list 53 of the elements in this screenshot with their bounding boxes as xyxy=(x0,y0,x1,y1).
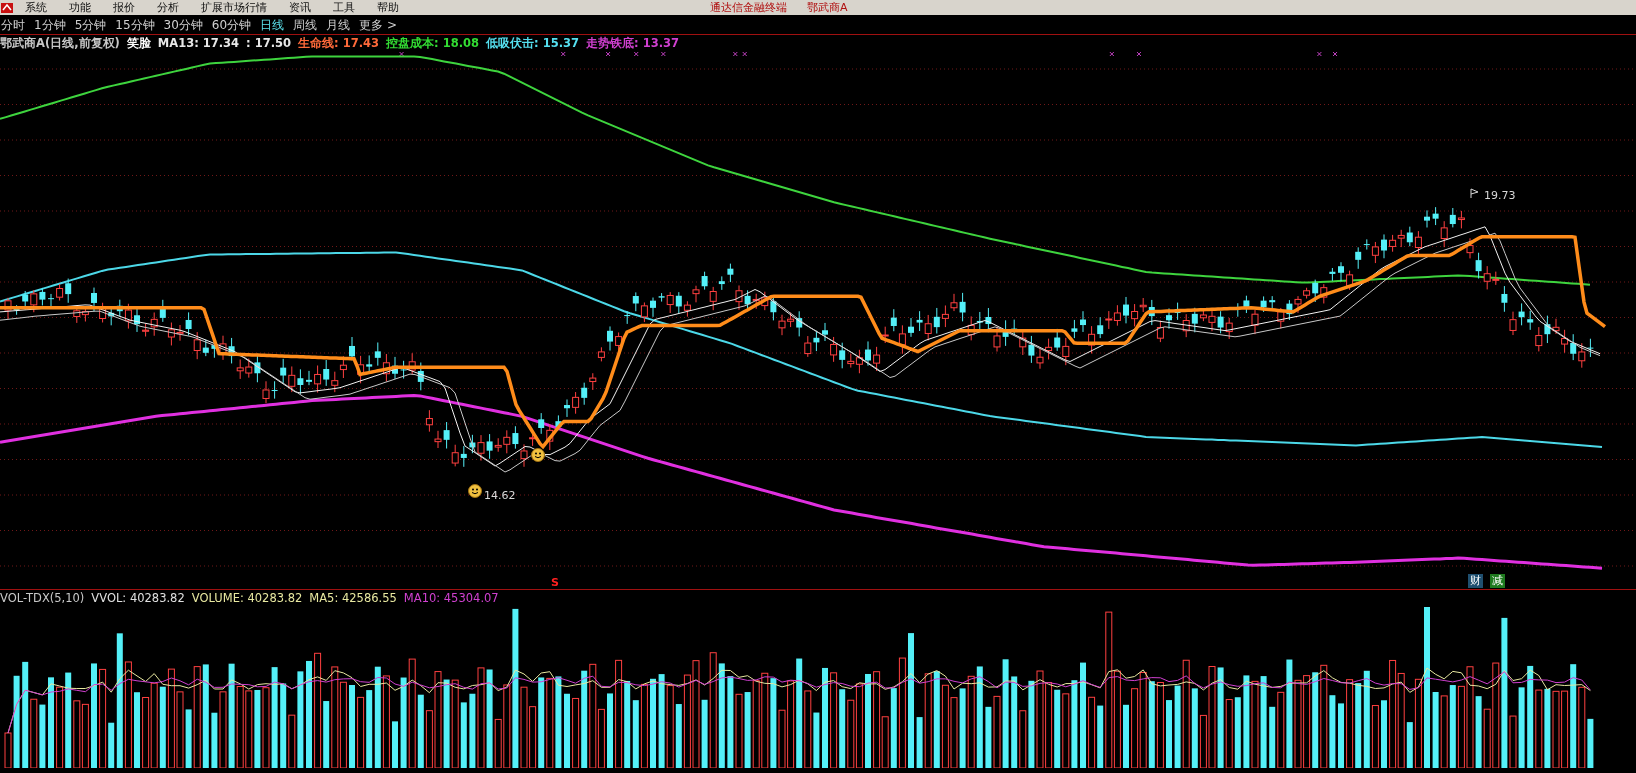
period-tab[interactable]: 日线 xyxy=(260,15,285,34)
menu-item[interactable]: 工具 xyxy=(322,2,366,13)
indicator-value: MA13: 17.34 xyxy=(157,34,240,52)
cross-marker xyxy=(633,52,639,57)
app-logo-icon xyxy=(0,1,14,14)
period-tab[interactable]: 周线 xyxy=(293,15,318,34)
menu-item[interactable]: 资讯 xyxy=(278,2,322,13)
indicator-value: 低吸伏击: 15.37 xyxy=(486,34,580,52)
security-title: 鄂武商A xyxy=(807,2,848,13)
period-tab[interactable]: 月线 xyxy=(326,15,351,34)
cross-marker xyxy=(1109,52,1115,57)
indicator-value: 走势铁底: 13.37 xyxy=(586,34,680,52)
signal-tag: 减 xyxy=(1490,574,1505,589)
indicator-value: 鄂武商A(日线,前复权) xyxy=(0,34,120,52)
menu-item[interactable]: 系统 xyxy=(14,2,58,13)
menu-item[interactable]: 功能 xyxy=(58,2,102,13)
cross-marker xyxy=(560,52,566,57)
cross-marker xyxy=(399,52,405,57)
signal-label: S xyxy=(551,577,559,588)
period-tab[interactable]: 5分钟 xyxy=(74,15,107,34)
cross-marker xyxy=(742,52,748,57)
indicator-value: 控盘成本: 18.08 xyxy=(386,34,480,52)
flag-icon xyxy=(1470,188,1480,198)
period-tab[interactable]: 分时 xyxy=(1,15,25,34)
period-tab[interactable]: 更多 > xyxy=(359,15,397,34)
cross-marker xyxy=(605,52,611,57)
indicator-value: MA10: 45304.07 xyxy=(403,589,499,607)
period-tab[interactable]: 30分钟 xyxy=(163,15,203,34)
indicator-value: MA5: 42586.55 xyxy=(309,589,397,607)
indicator-value: VVOL: 40283.82 xyxy=(91,589,185,607)
period-tab[interactable]: 1分钟 xyxy=(34,15,66,34)
indicator-value: 笑脸 xyxy=(126,34,151,52)
cross-marker xyxy=(1136,52,1142,57)
signal-tag: 财 xyxy=(1468,574,1483,589)
cross-marker xyxy=(660,52,666,57)
menu-item[interactable]: 扩展市场行情 xyxy=(190,2,278,13)
cross-marker xyxy=(732,52,738,57)
price-label: 14.62 xyxy=(484,490,516,501)
indicator-value: : 17.50 xyxy=(246,34,292,52)
menu-item[interactable]: 分析 xyxy=(146,2,190,13)
menu-item[interactable]: 报价 xyxy=(102,2,146,13)
smiley-icon xyxy=(468,484,482,498)
menu-item[interactable]: 帮助 xyxy=(366,2,410,13)
smiley-icon xyxy=(531,448,545,462)
period-tab[interactable]: 60分钟 xyxy=(211,15,252,34)
indicator-value: VOLUME: 40283.82 xyxy=(191,589,303,607)
cross-marker xyxy=(1316,52,1322,57)
period-tab[interactable]: 15分钟 xyxy=(115,15,155,34)
cross-marker xyxy=(1332,52,1338,57)
app-title: 通达信金融终端 xyxy=(710,2,787,13)
indicator-value: VOL-TDX(5,10) xyxy=(0,589,85,607)
indicator-value: 生命线: 17.43 xyxy=(298,34,380,52)
price-label: 19.73 xyxy=(1484,190,1516,201)
